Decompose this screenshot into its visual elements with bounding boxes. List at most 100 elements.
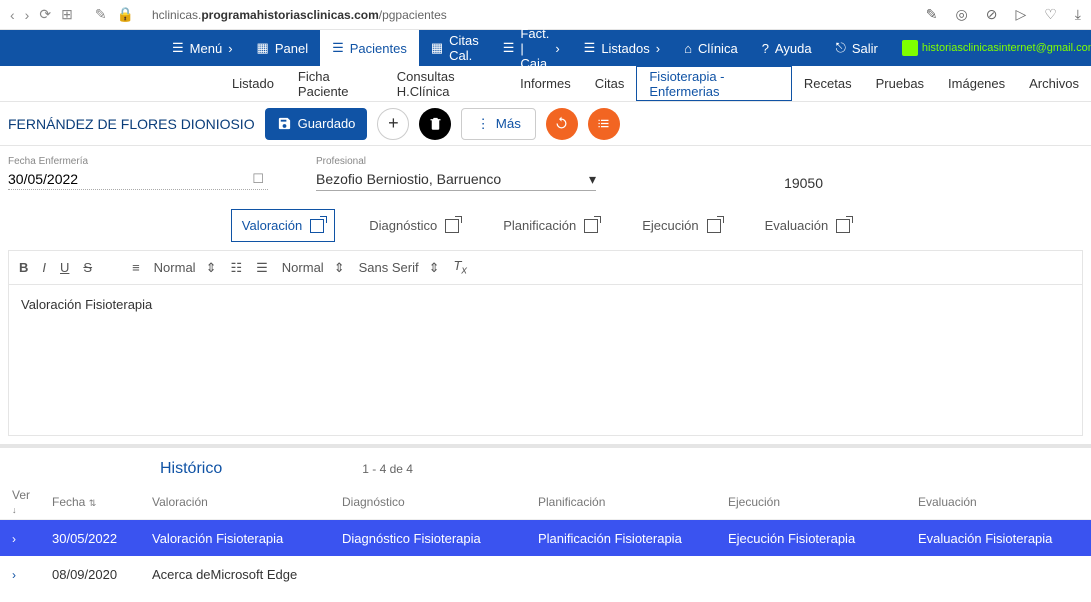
cart-icon: ☰	[503, 40, 515, 56]
strike-icon[interactable]: S	[83, 260, 92, 275]
nav-menu[interactable]: ☰Menú›	[160, 30, 245, 66]
expand-icon[interactable]: ›	[12, 568, 16, 582]
external-icon	[707, 219, 721, 233]
col-eval[interactable]: Evaluación	[918, 495, 1079, 509]
heading-select[interactable]: Normal⇕	[154, 260, 217, 276]
col-val[interactable]: Valoración	[152, 495, 342, 509]
nav-clinica-label: Clínica	[698, 41, 738, 56]
tab-citas[interactable]: Citas	[583, 66, 637, 101]
refresh-button[interactable]	[546, 108, 578, 140]
size-value: Normal	[282, 260, 324, 275]
external-icon	[310, 219, 324, 233]
content-tabs: Valoración Diagnóstico Planificación Eje…	[0, 191, 1091, 250]
grid-icon: ▦	[257, 40, 269, 56]
col-ejec[interactable]: Ejecución	[728, 495, 918, 509]
col-ver[interactable]: Ver	[12, 488, 30, 502]
nav-pacientes[interactable]: ☰Pacientes	[320, 30, 419, 66]
tab-ficha[interactable]: Ficha Paciente	[286, 66, 385, 101]
col-fecha[interactable]: Fecha	[52, 495, 85, 509]
ordered-list-icon[interactable]: ☷	[230, 260, 242, 276]
user-email[interactable]: historiasclinicasinternet@gmail.com	[902, 30, 1091, 66]
tab-eval-label: Evaluación	[765, 218, 829, 233]
delete-button[interactable]	[419, 108, 451, 140]
camera-icon[interactable]: ◎	[956, 6, 968, 23]
tab-informes[interactable]: Informes	[508, 66, 583, 101]
updown-icon: ⇕	[206, 260, 217, 276]
tab-diag-label: Diagnóstico	[369, 218, 437, 233]
home-icon: ⌂	[684, 41, 692, 56]
external-icon	[445, 219, 459, 233]
tab-plan-label: Planificación	[503, 218, 576, 233]
save-button[interactable]: Guardado	[265, 108, 368, 140]
size-select[interactable]: Normal⇕	[282, 260, 345, 276]
patient-name: FERNÁNDEZ DE FLORES DIONIOSIO	[8, 116, 255, 132]
font-select[interactable]: Sans Serif⇕	[359, 260, 440, 276]
list-button[interactable]	[588, 108, 620, 140]
editor-body[interactable]: Valoración Fisioterapia	[9, 285, 1082, 435]
align-icon[interactable]: ≡	[132, 260, 140, 275]
cell-fecha: 08/09/2020	[52, 567, 152, 582]
tab-consultas[interactable]: Consultas H.Clínica	[385, 66, 508, 101]
tab-planificacion[interactable]: Planificación	[493, 209, 608, 242]
col-plan[interactable]: Planificación	[538, 495, 728, 509]
tab-diagnostico[interactable]: Diagnóstico	[359, 209, 469, 242]
bold-icon[interactable]: B	[19, 260, 28, 275]
edit-icon[interactable]: ✎	[926, 6, 938, 23]
prof-value: Bezofio Berniostio, Barruenco	[316, 171, 501, 188]
font-value: Sans Serif	[359, 260, 419, 275]
add-button[interactable]: +	[377, 108, 409, 140]
tab-valoracion-label: Valoración	[242, 218, 302, 233]
italic-icon[interactable]: I	[42, 260, 46, 275]
table-row[interactable]: › 08/09/2020 Acerca deMicrosoft Edge	[0, 556, 1091, 592]
expand-icon[interactable]: ›	[12, 532, 16, 546]
unordered-list-icon[interactable]: ☰	[256, 260, 268, 276]
trash-icon	[428, 116, 443, 131]
plus-icon: +	[388, 113, 399, 134]
help-icon: ?	[762, 41, 769, 56]
hist-header: Histórico 1 - 4 de 4	[0, 448, 1091, 484]
download-icon[interactable]: ⤓	[1075, 6, 1081, 23]
more-button[interactable]: ⋮Más	[461, 108, 536, 140]
tab-archivos[interactable]: Archivos	[1017, 66, 1091, 101]
tab-evaluacion[interactable]: Evaluación	[755, 209, 861, 242]
url-bar[interactable]: hclinicas.programahistoriasclinicas.com/…	[152, 8, 447, 22]
tab-listado[interactable]: Listado	[220, 66, 286, 101]
url-path: /pgpacientes	[379, 8, 447, 22]
play-icon[interactable]: ▷	[1015, 6, 1026, 23]
prof-select[interactable]: Bezofio Berniostio, Barruenco ▾	[316, 169, 596, 191]
nav-citas[interactable]: ▦Citas Cal.	[419, 30, 491, 66]
forward-icon[interactable]: ›	[25, 7, 30, 23]
tab-fisio[interactable]: Fisioterapia - Enfermerias	[636, 66, 792, 101]
reload-icon[interactable]: ⟳	[39, 6, 51, 23]
tab-ejecucion[interactable]: Ejecución	[632, 209, 730, 242]
tab-valoracion[interactable]: Valoración	[231, 209, 335, 242]
tab-pruebas[interactable]: Pruebas	[864, 66, 936, 101]
nav-listados[interactable]: ☰Listados›	[572, 30, 672, 66]
col-diag[interactable]: Diagnóstico	[342, 495, 538, 509]
user-email-label: historiasclinicasinternet@gmail.com	[922, 42, 1091, 54]
wand-icon[interactable]: ✎	[95, 6, 107, 23]
nav-salir[interactable]: ⎋Salir	[824, 30, 890, 66]
hist-title: Histórico	[160, 460, 222, 478]
chevron-down-icon: ▾	[589, 171, 596, 188]
heart-icon[interactable]: ♡	[1044, 6, 1057, 23]
nav-clinica[interactable]: ⌂ Clínica	[672, 30, 750, 66]
underline-icon[interactable]: U	[60, 260, 69, 275]
apps-icon[interactable]: ⊞	[61, 6, 73, 23]
clear-format-icon[interactable]: Tx	[454, 258, 467, 277]
tab-recetas[interactable]: Recetas	[792, 66, 864, 101]
cell-diag: Diagnóstico Fisioterapia	[342, 531, 538, 546]
shield-icon[interactable]: ⊘	[986, 6, 998, 23]
nav-panel[interactable]: ▦Panel	[245, 30, 321, 66]
top-nav: ☰Menú› ▦Panel ☰Pacientes ▦Citas Cal. ☰Fa…	[0, 30, 1091, 66]
table-row[interactable]: › 30/05/2022 Valoración Fisioterapia Dia…	[0, 520, 1091, 556]
back-icon[interactable]: ‹	[10, 7, 15, 23]
avatar-icon	[902, 40, 918, 56]
tab-imagenes[interactable]: Imágenes	[936, 66, 1017, 101]
save-label: Guardado	[298, 116, 356, 131]
fecha-input[interactable]	[8, 169, 268, 190]
calendar-icon[interactable]: ☐	[252, 171, 264, 187]
nav-fact[interactable]: ☰Fact. | Caja›	[491, 30, 572, 66]
nav-ayuda[interactable]: ?Ayuda	[750, 30, 824, 66]
hist-grid: Ver↓ Fecha ⇅ Valoración Diagnóstico Plan…	[0, 484, 1091, 592]
